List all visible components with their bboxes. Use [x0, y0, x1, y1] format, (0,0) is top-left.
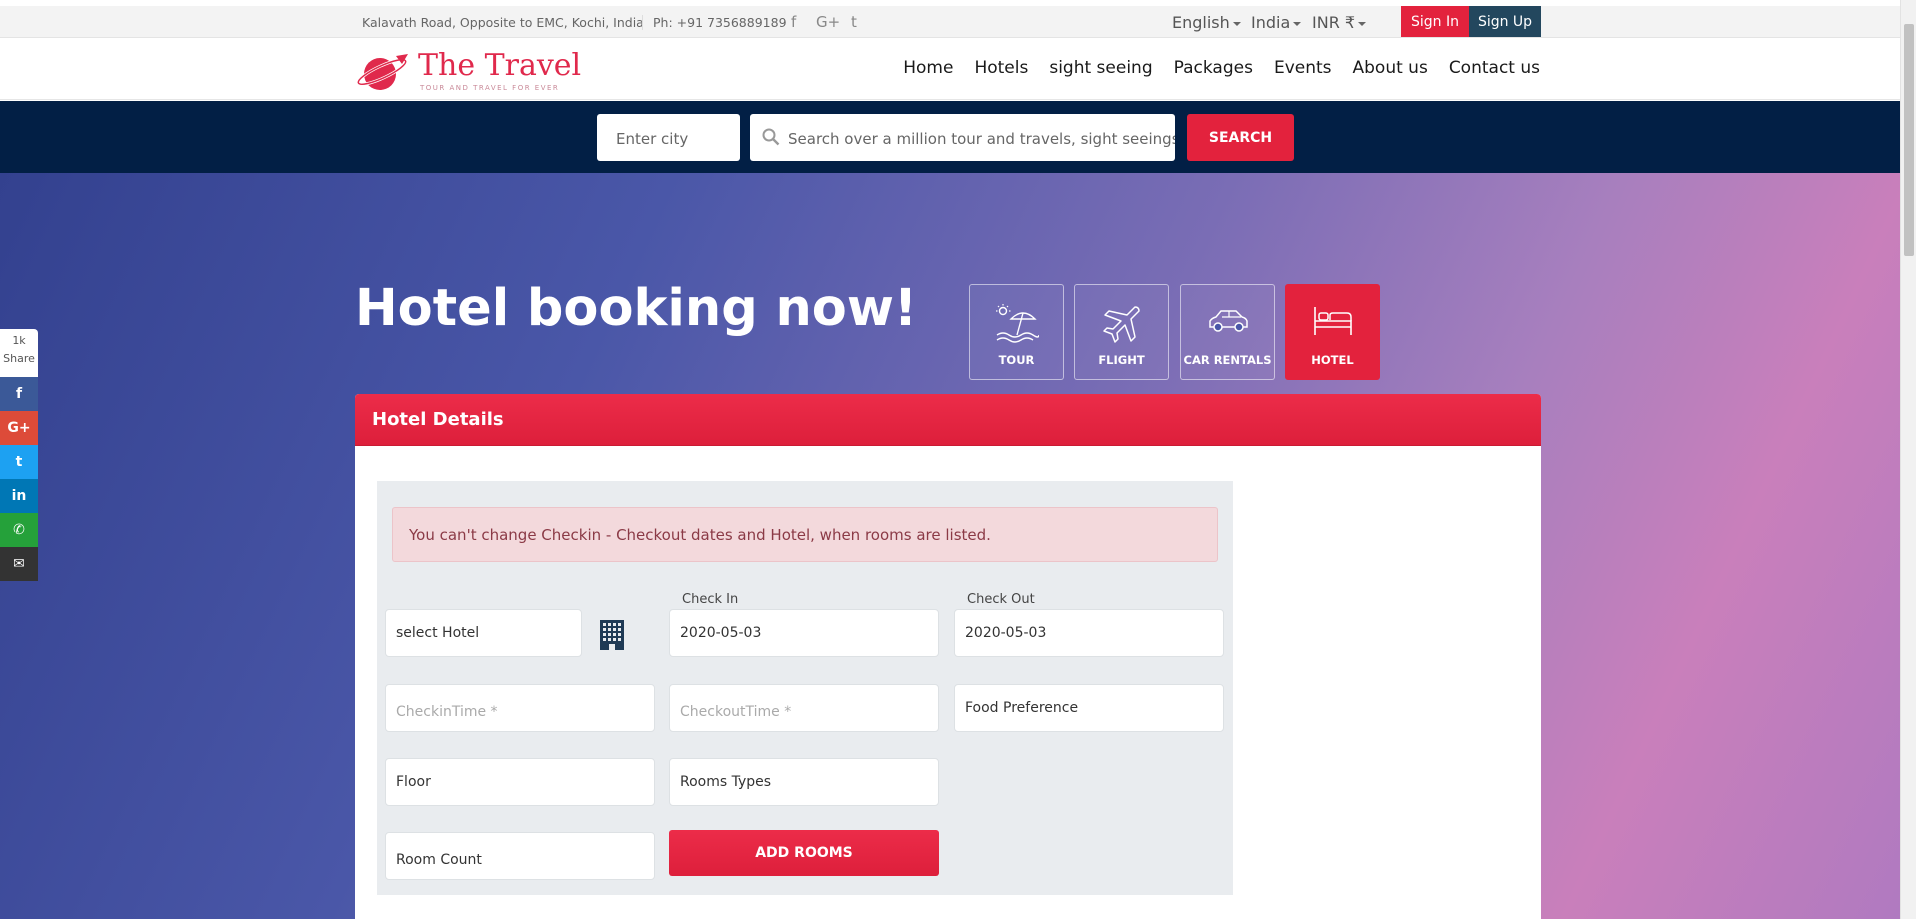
category-label: FLIGHT	[1098, 353, 1145, 367]
nav-item-hotels[interactable]: Hotels	[974, 58, 1028, 78]
checkout-time-input[interactable]: CheckoutTime *	[669, 684, 939, 732]
country-dropdown[interactable]: India	[1251, 13, 1302, 32]
checkin-label: Check In	[682, 592, 739, 607]
language-label: English	[1172, 13, 1230, 32]
twitter-icon[interactable]: t	[851, 13, 857, 31]
checkout-label: Check Out	[967, 592, 1035, 607]
food-preference-select[interactable]: Food Preference	[954, 684, 1224, 732]
warning-alert: You can't change Checkin - Checkout date…	[392, 507, 1218, 562]
currency-dropdown[interactable]: INR ₹	[1312, 13, 1367, 32]
search-button[interactable]: SEARCH	[1187, 114, 1294, 161]
planet-logo-icon	[356, 54, 408, 90]
city-input[interactable]: Enter city	[597, 114, 740, 161]
category-label: CAR RENTALS	[1183, 353, 1272, 367]
hotel-form: You can't change Checkin - Checkout date…	[377, 481, 1233, 895]
share-label: Share	[3, 352, 35, 365]
panel-header: Hotel Details	[355, 394, 1541, 446]
brand-title: The Travel	[418, 48, 582, 83]
currency-label: INR ₹	[1312, 13, 1356, 32]
category-label: TOUR	[998, 353, 1035, 367]
sign-in-button[interactable]: Sign In	[1401, 6, 1469, 37]
floor-select[interactable]: Floor	[385, 758, 655, 806]
building-icon[interactable]	[599, 619, 625, 651]
page-scrollbar[interactable]	[1900, 0, 1916, 919]
sign-up-button[interactable]: Sign Up	[1469, 6, 1541, 37]
category-flight[interactable]: FLIGHT	[1074, 284, 1169, 380]
category-label: HOTEL	[1311, 353, 1354, 367]
address-text: Kalavath Road, Opposite to EMC, Kochi, I…	[362, 15, 644, 30]
category-car-rentals[interactable]: CAR RENTALS	[1180, 284, 1275, 380]
search-bar: Enter city Search over a million tour an…	[0, 101, 1900, 173]
checkin-date-input[interactable]: 2020-05-03	[669, 609, 939, 657]
hero-title: Hotel booking now!	[355, 279, 918, 338]
chevron-down-icon	[1358, 21, 1367, 26]
nav-item-sight-seeing[interactable]: sight seeing	[1049, 58, 1152, 78]
country-label: India	[1251, 13, 1291, 32]
scrollbar-thumb[interactable]	[1904, 24, 1914, 256]
hero-section: Hotel booking now! TOUR FLIGHT CAR RENTA…	[0, 173, 1900, 919]
nav-item-contact-us[interactable]: Contact us	[1449, 58, 1540, 78]
search-input[interactable]: Search over a million tour and travels, …	[750, 114, 1175, 161]
room-count-input[interactable]: Room Count	[385, 832, 655, 880]
bed-icon	[1313, 307, 1352, 335]
share-count: 1k Share	[0, 329, 38, 377]
room-types-select[interactable]: Rooms Types	[669, 758, 939, 806]
chevron-down-icon	[1293, 21, 1302, 26]
nav-item-events[interactable]: Events	[1274, 58, 1332, 78]
search-icon	[762, 128, 780, 146]
main-nav: Home Hotels sight seeing Packages Events…	[882, 58, 1540, 78]
site-logo[interactable]: The Travel TOUR AND TRAVEL FOR EVER	[356, 48, 581, 94]
site-header: The Travel TOUR AND TRAVEL FOR EVER Home…	[0, 38, 1900, 100]
share-count-value: 1k	[12, 334, 26, 347]
share-sidebar: 1k Share f G+ t in ✆ ✉	[0, 329, 38, 581]
twitter-icon[interactable]: t	[0, 445, 38, 479]
google-plus-icon[interactable]: G+	[0, 411, 38, 445]
whatsapp-icon[interactable]: ✆	[0, 513, 38, 547]
panel-title: Hotel Details	[372, 409, 504, 430]
nav-item-home[interactable]: Home	[903, 58, 953, 78]
checkout-date-input[interactable]: 2020-05-03	[954, 609, 1224, 657]
hotel-select[interactable]: select Hotel	[385, 609, 582, 657]
beach-umbrella-icon	[995, 304, 1039, 343]
linkedin-icon[interactable]: in	[0, 479, 38, 513]
search-placeholder: Search over a million tour and travels, …	[788, 130, 1175, 148]
email-icon[interactable]: ✉	[0, 547, 38, 581]
top-info-bar: Kalavath Road, Opposite to EMC, Kochi, I…	[0, 6, 1900, 38]
hotel-details-panel: Hotel Details You can't change Checkin -…	[355, 394, 1541, 919]
nav-item-packages[interactable]: Packages	[1174, 58, 1253, 78]
phone-text: Ph: +91 7356889189	[642, 15, 787, 30]
checkin-time-input[interactable]: CheckinTime *	[385, 684, 655, 732]
car-icon	[1208, 310, 1248, 332]
nav-item-about-us[interactable]: About us	[1353, 58, 1428, 78]
google-plus-icon[interactable]: G+	[816, 13, 840, 31]
airplane-icon	[1102, 306, 1140, 343]
brand-tagline: TOUR AND TRAVEL FOR EVER	[420, 84, 560, 92]
language-dropdown[interactable]: English	[1172, 13, 1241, 32]
facebook-icon[interactable]: f	[791, 13, 796, 31]
chevron-down-icon	[1232, 21, 1241, 26]
facebook-icon[interactable]: f	[0, 377, 38, 411]
add-rooms-button[interactable]: ADD ROOMS	[669, 830, 939, 876]
category-hotel[interactable]: HOTEL	[1285, 284, 1380, 380]
category-tour[interactable]: TOUR	[969, 284, 1064, 380]
